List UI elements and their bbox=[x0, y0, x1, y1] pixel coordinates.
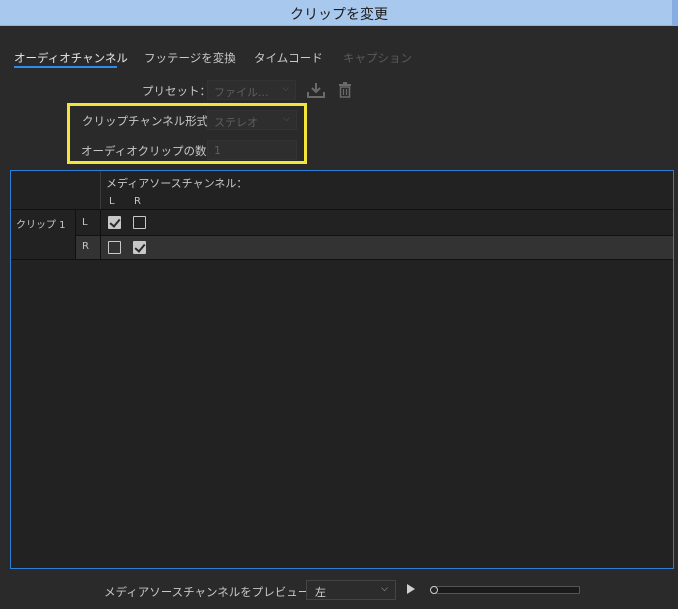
chevron-down-icon: ⌵ bbox=[381, 584, 388, 594]
download-icon[interactable] bbox=[307, 82, 325, 101]
checkbox-clip1-l-source-l[interactable] bbox=[108, 216, 121, 229]
active-tab-indicator bbox=[14, 66, 117, 68]
row-2-background bbox=[100, 235, 673, 259]
preset-dropdown[interactable]: ファイル... ⌵ bbox=[207, 80, 296, 100]
row-separator bbox=[11, 259, 673, 260]
media-source-channel-header: メディアソースチャンネル： bbox=[106, 177, 248, 190]
window-titlebar: クリップを変更 bbox=[0, 0, 678, 26]
checkbox-clip1-r-source-r[interactable] bbox=[133, 241, 146, 254]
row-channel-r: R bbox=[82, 241, 89, 252]
preview-channel-label: メディアソースチャンネルをプレビュー： bbox=[104, 585, 321, 599]
preview-channel-dropdown[interactable]: 左 ⌵ bbox=[306, 580, 396, 600]
tab-captions[interactable]: キャプション bbox=[343, 50, 412, 66]
highlight-box bbox=[67, 103, 307, 164]
preview-channel-value: 左 bbox=[315, 586, 326, 599]
play-icon[interactable] bbox=[407, 584, 415, 594]
column-header-r: R bbox=[134, 196, 141, 207]
column-separator bbox=[100, 209, 101, 260]
trash-icon[interactable] bbox=[338, 82, 352, 101]
scrubber-handle[interactable] bbox=[430, 586, 438, 594]
checkbox-clip1-l-source-r[interactable] bbox=[133, 216, 146, 229]
column-header-l: L bbox=[109, 196, 115, 207]
column-separator bbox=[75, 209, 76, 260]
checkbox-clip1-r-source-l[interactable] bbox=[108, 241, 121, 254]
chevron-down-icon: ⌵ bbox=[282, 84, 289, 94]
preset-value: ファイル... bbox=[214, 86, 269, 99]
preset-label: プリセット： bbox=[142, 84, 211, 98]
titlebar-edge bbox=[672, 0, 678, 26]
row-separator bbox=[11, 209, 673, 210]
row-channel-l: L bbox=[82, 217, 88, 228]
channel-mapping-grid: メディアソースチャンネル： L R クリップ 1 L R bbox=[10, 170, 674, 569]
window-title: クリップを変更 bbox=[290, 7, 388, 23]
clip-1-label: クリップ 1 bbox=[16, 220, 66, 231]
preview-scrubber[interactable] bbox=[432, 586, 580, 594]
tab-audio-channels[interactable]: オーディオチャンネル bbox=[14, 50, 128, 66]
row-separator bbox=[75, 235, 673, 236]
tab-timecode[interactable]: タイムコード bbox=[254, 50, 323, 66]
tab-interpret-footage[interactable]: フッテージを変換 bbox=[144, 50, 236, 66]
